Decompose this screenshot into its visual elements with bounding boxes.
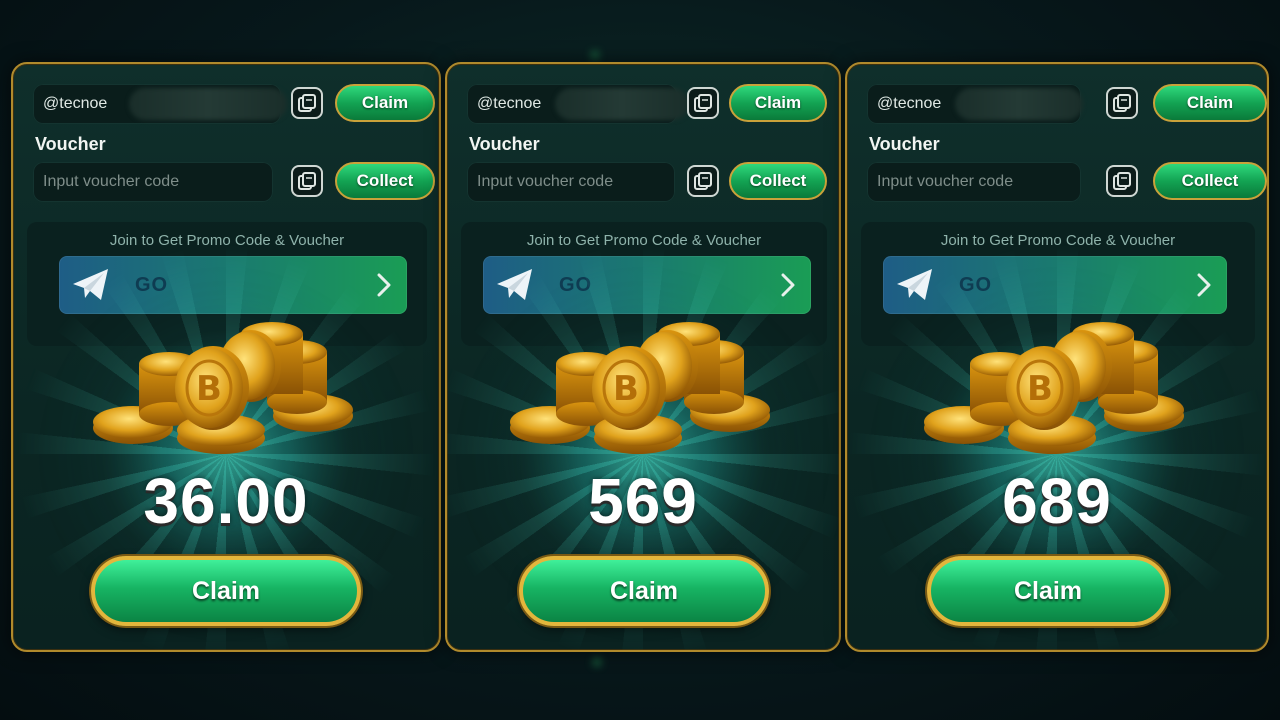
username-redaction: [129, 88, 287, 120]
voucher-input[interactable]: Input voucher code: [33, 162, 273, 202]
claim-username-button[interactable]: Claim: [729, 84, 827, 122]
username-text: @tecnoe: [477, 95, 542, 112]
gold-coins-icon: B: [924, 322, 1184, 454]
copy-icon: [694, 172, 712, 190]
claim-username-button[interactable]: Claim: [335, 84, 435, 122]
main-claim-button[interactable]: Claim: [91, 556, 361, 626]
voucher-placeholder: Input voucher code: [43, 173, 180, 190]
claim-username-button[interactable]: Claim: [1153, 84, 1267, 122]
username-redaction: [555, 88, 689, 120]
copy-icon: [1113, 172, 1131, 190]
main-claim-button[interactable]: Claim: [927, 556, 1169, 626]
username-text: @tecnoe: [43, 95, 108, 112]
copy-username-button[interactable]: [1106, 87, 1138, 119]
copy-icon: [298, 94, 316, 112]
collect-button[interactable]: Collect: [1153, 162, 1267, 200]
reward-amount: 569: [588, 465, 698, 537]
voucher-label: Voucher: [35, 134, 106, 154]
voucher-placeholder: Input voucher code: [477, 173, 614, 190]
reward-amount: 36.00: [143, 465, 309, 537]
collect-button[interactable]: Collect: [335, 162, 435, 200]
copy-username-button[interactable]: [687, 87, 719, 119]
reward-panel-3: @tecnoe Claim Voucher Input voucher code…: [845, 62, 1269, 652]
reward-panel-1: @tecnoe Claim Voucher Input voucher code…: [11, 62, 441, 652]
paste-voucher-button[interactable]: [687, 165, 719, 197]
voucher-label: Voucher: [469, 134, 540, 154]
gold-coins-icon: B: [510, 322, 770, 454]
gold-coins-icon: B: [93, 322, 353, 454]
svg-text:B: B: [196, 369, 222, 409]
reward-amount: 689: [1002, 465, 1112, 537]
voucher-input[interactable]: Input voucher code: [867, 162, 1081, 202]
reward-panel-2: @tecnoe Claim Voucher Input voucher code…: [445, 62, 841, 652]
voucher-placeholder: Input voucher code: [877, 173, 1014, 190]
svg-text:B: B: [613, 369, 639, 409]
main-claim-button[interactable]: Claim: [519, 556, 769, 626]
copy-icon: [694, 94, 712, 112]
collect-button[interactable]: Collect: [729, 162, 827, 200]
copy-icon: [298, 172, 316, 190]
svg-text:B: B: [1027, 369, 1053, 409]
voucher-label: Voucher: [869, 134, 940, 154]
copy-icon: [1113, 94, 1131, 112]
paste-voucher-button[interactable]: [291, 165, 323, 197]
username-text: @tecnoe: [877, 95, 942, 112]
copy-username-button[interactable]: [291, 87, 323, 119]
paste-voucher-button[interactable]: [1106, 165, 1138, 197]
voucher-input[interactable]: Input voucher code: [467, 162, 675, 202]
username-redaction: [955, 88, 1083, 120]
